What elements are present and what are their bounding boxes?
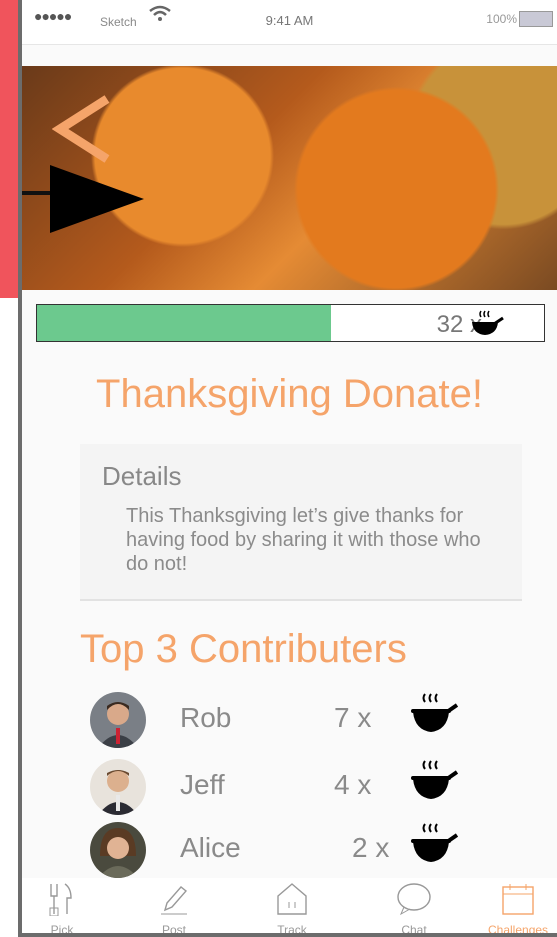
pot-icon — [410, 822, 459, 873]
avatar — [90, 759, 146, 815]
tab-bar: Pick Post Track Chat Challenges — [22, 878, 557, 933]
pot-icon — [410, 759, 459, 810]
contributors-heading: Top 3 Contributers — [80, 627, 407, 671]
calendar-icon — [501, 884, 535, 919]
pencil-icon — [159, 886, 189, 919]
chat-bubble-icon — [396, 883, 432, 919]
details-body: This Thanksgiving let’s give thanks for … — [126, 505, 481, 575]
tab-label: Pick — [50, 923, 74, 937]
tab-track[interactable]: Track — [262, 882, 322, 937]
contributor-name: Alice — [180, 832, 241, 863]
page-title: Thanksgiving Donate! — [96, 372, 483, 416]
tab-chat[interactable]: Chat — [384, 882, 444, 937]
contributor-qty: 4 x — [334, 769, 372, 800]
tab-label: Track — [277, 923, 307, 937]
battery-icon — [519, 11, 553, 27]
contributor-row[interactable]: Alice 2 x — [90, 822, 530, 882]
phone-frame: ●●●●● Sketch 9:41 AM 100% 32 x Thanksgiv… — [18, 0, 557, 937]
tab-label: Post — [161, 923, 186, 937]
tab-pick[interactable]: Pick — [32, 882, 92, 937]
tab-label: Challenges — [488, 923, 549, 937]
progress-fill — [37, 305, 332, 341]
tab-challenges[interactable]: Challenges — [488, 882, 549, 937]
contributor-qty: 7 x — [334, 702, 372, 733]
contributor-row[interactable]: Jeff 4 x — [90, 759, 530, 819]
details-heading: Details — [102, 461, 182, 491]
status-bar: ●●●●● Sketch 9:41 AM 100% — [22, 0, 557, 45]
tab-post[interactable]: Post — [144, 882, 204, 937]
contributor-name: Rob — [180, 702, 232, 733]
avatar — [90, 692, 146, 748]
battery-percent: 100% — [486, 12, 517, 26]
avatar — [90, 822, 146, 878]
contributor-row[interactable]: Rob 7 x — [90, 692, 530, 752]
back-chevron-icon[interactable] — [51, 94, 112, 169]
contributor-name: Jeff — [180, 769, 225, 800]
details-card: Details This Thanksgiving let’s give tha… — [80, 444, 522, 601]
utensils-icon — [47, 883, 77, 919]
contributor-qty: 2 x — [352, 832, 390, 863]
house-icon — [276, 883, 308, 919]
pot-icon — [410, 692, 459, 743]
tab-label: Chat — [401, 923, 427, 937]
play-arrow-icon — [50, 163, 146, 240]
arrow-shaft — [22, 191, 50, 195]
status-time: 9:41 AM — [265, 13, 314, 28]
donation-progress-bar: 32 x — [36, 304, 545, 342]
pot-icon — [470, 308, 504, 345]
